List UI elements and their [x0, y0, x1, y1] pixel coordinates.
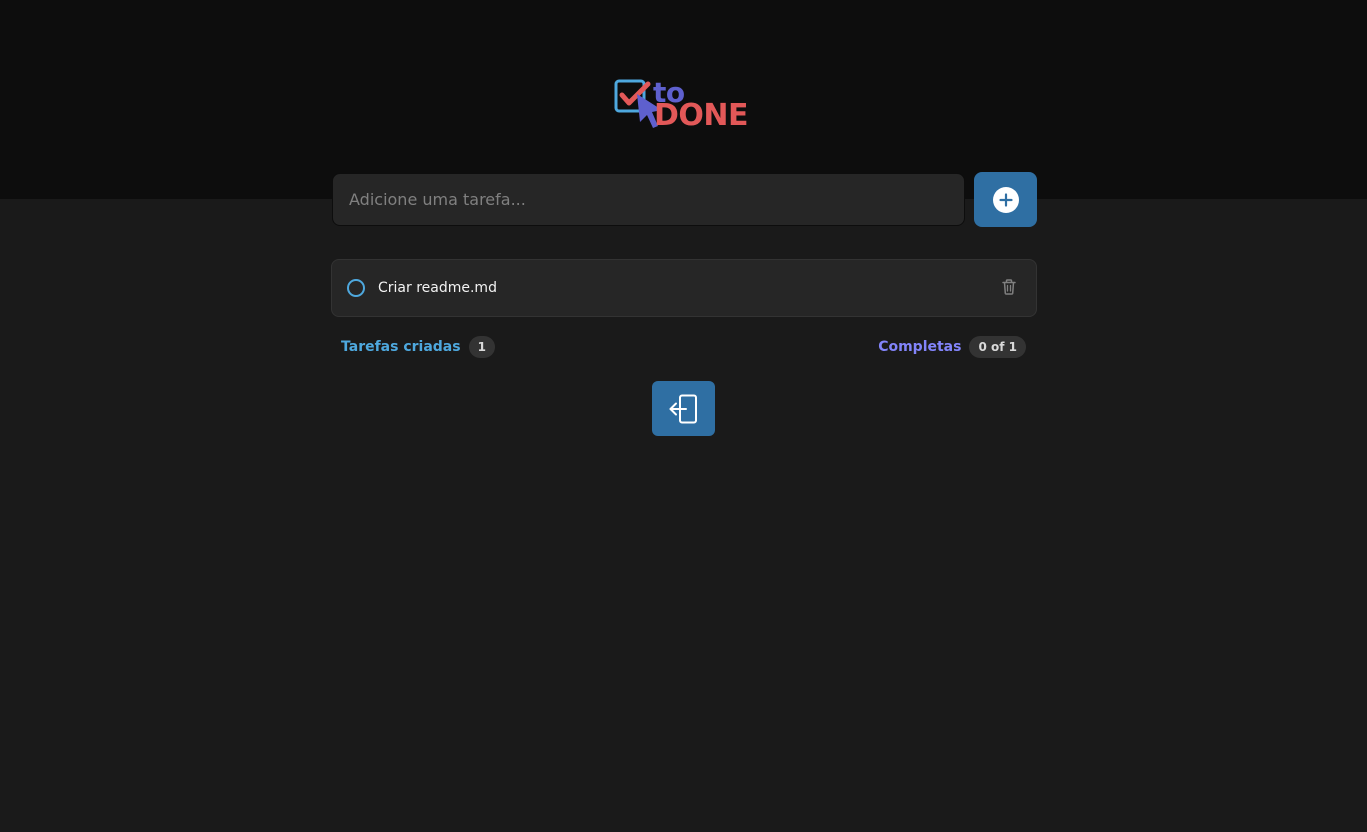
task-item: Criar readme.md	[331, 259, 1037, 317]
logo-word-done: DONE	[654, 98, 749, 133]
logout-button[interactable]	[652, 381, 715, 436]
task-complete-checkbox[interactable]	[347, 279, 365, 297]
plus-circle-icon	[992, 186, 1019, 213]
new-task-input[interactable]	[332, 173, 965, 226]
logout-icon	[669, 394, 697, 423]
completed-tasks-counter: Completas 0 of 1	[878, 336, 1026, 358]
header: to DONE	[0, 0, 1367, 199]
created-tasks-counter: Tarefas criadas 1	[341, 336, 495, 358]
completed-tasks-badge: 0 of 1	[969, 336, 1026, 358]
app-logo: to DONE	[612, 76, 757, 134]
task-text: Criar readme.md	[378, 280, 497, 296]
trash-icon[interactable]	[999, 277, 1019, 297]
add-task-button[interactable]	[974, 172, 1037, 227]
created-tasks-label: Tarefas criadas	[341, 339, 461, 355]
created-tasks-badge: 1	[468, 336, 495, 358]
task-list: Criar readme.md	[331, 259, 1037, 317]
completed-tasks-label: Completas	[878, 339, 962, 355]
